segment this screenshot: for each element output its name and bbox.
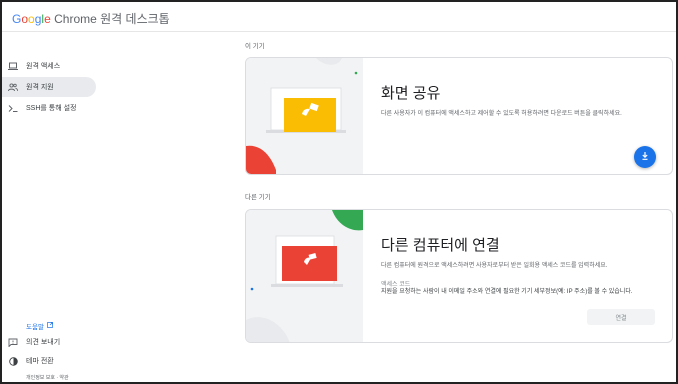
share-screen-card: 화면 공유 다른 사용자가 이 컴퓨터에 액세스하고 제어할 수 있도록 허용하…: [245, 57, 673, 175]
section-other-device-label: 다른 기기: [245, 194, 271, 201]
open-in-new-icon: [47, 322, 53, 330]
sidebar-item-label: SSH를 통해 설정: [26, 105, 77, 112]
theme-label: 테마 전환: [26, 358, 54, 365]
feedback-icon: [8, 337, 18, 347]
connect-description: 다른 컴퓨터에 원격으로 액세스하려면 사용자로부터 받은 일회용 액세스 코드…: [381, 263, 608, 269]
app-logo[interactable]: Google Chrome 원격 데스크톱: [12, 10, 170, 27]
help-label: 도움말: [26, 324, 44, 331]
sidebar-item-remote-access[interactable]: 원격 액세스: [2, 56, 96, 76]
download-icon: [640, 148, 650, 166]
share-title: 화면 공유: [381, 85, 441, 102]
theme-icon: [8, 356, 18, 366]
laptop-icon: [8, 61, 18, 71]
footer-links[interactable]: 개인정보 보호 · 약관: [26, 374, 69, 381]
feedback-label: 의견 보내기: [26, 339, 61, 346]
sidebar-item-remote-support[interactable]: 원격 지원: [2, 77, 96, 97]
connect-illustration: [246, 210, 363, 342]
app-title: Chrome 원격 데스크톱: [54, 12, 170, 26]
download-button[interactable]: [634, 146, 656, 168]
connect-button[interactable]: 연결: [587, 309, 655, 325]
app-window: Google Chrome 원격 데스크톱 원격 액세스 원격 지원 SSH를 …: [0, 0, 678, 384]
theme-toggle-button[interactable]: 테마 전환: [2, 351, 96, 371]
google-wordmark: Google: [12, 12, 51, 26]
help-link[interactable]: 도움말: [26, 321, 53, 331]
people-icon: [8, 82, 18, 92]
connect-title: 다른 컴퓨터에 연결: [381, 237, 500, 254]
share-illustration: [246, 58, 363, 174]
access-code-field[interactable]: 지원을 요청하는 사람이 내 이메일 주소와 연결에 필요한 기기 세부정보(예…: [381, 288, 666, 296]
sidebar-item-ssh-setup[interactable]: SSH를 통해 설정: [2, 98, 96, 118]
share-description: 다른 사용자가 이 컴퓨터에 액세스하고 제어할 수 있도록 허용하려면 다운로…: [381, 111, 622, 117]
app-header: Google Chrome 원격 데스크톱: [2, 2, 676, 32]
connect-card: 다른 컴퓨터에 연결 다른 컴퓨터에 원격으로 액세스하려면 사용자로부터 받은…: [245, 209, 673, 343]
section-this-device-label: 이 기기: [245, 43, 265, 50]
sidebar: 원격 액세스 원격 지원 SSH를 통해 설정 도움말 의견 보내기 테마 전환…: [2, 32, 102, 382]
sidebar-item-label: 원격 지원: [26, 84, 54, 91]
feedback-button[interactable]: 의견 보내기: [2, 332, 96, 352]
sidebar-item-label: 원격 액세스: [26, 63, 61, 70]
terminal-icon: [8, 103, 18, 113]
access-code-label: 액세스 코드: [381, 282, 411, 288]
